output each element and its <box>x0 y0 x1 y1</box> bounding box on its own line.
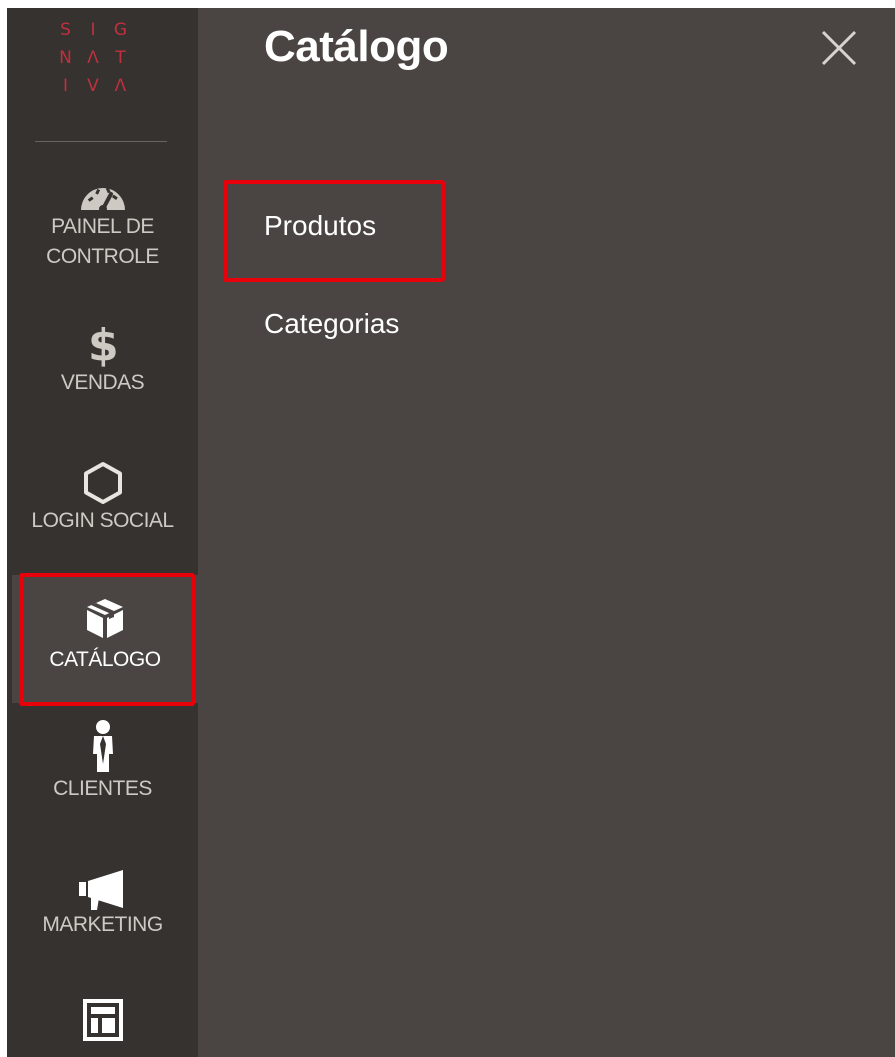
logo-letter: V <box>87 76 99 96</box>
logo-letter: T <box>115 48 126 68</box>
hexagon-icon <box>83 462 122 504</box>
logo-letter: Λ <box>114 76 127 96</box>
layout-icon <box>82 999 123 1041</box>
sidebar-item-label: VENDAS <box>60 371 145 394</box>
logo-row: S I G <box>52 16 134 44</box>
sidebar-item-label: MARKETING <box>42 913 163 936</box>
catalog-highlight-box <box>19 573 195 706</box>
sidebar-item-content[interactable] <box>7 998 198 1057</box>
logo-divider <box>35 141 167 142</box>
person-icon <box>92 720 113 772</box>
close-icon[interactable] <box>817 26 861 70</box>
logo-letter: S <box>60 20 71 40</box>
sidebar-item-dashboard[interactable]: PAINEL DE CONTROLE <box>7 176 198 286</box>
logo-letter: I <box>90 20 96 40</box>
sidebar-item-sales[interactable]: $ VENDAS <box>7 318 198 408</box>
menu-link-categories[interactable]: Categorias <box>264 308 399 340</box>
sidebar-item-label: CLIENTES <box>53 777 152 800</box>
sidebar-item-label: LOGIN SOCIAL <box>31 509 174 532</box>
sidebar-item-social-login[interactable]: LOGIN SOCIAL <box>7 460 198 550</box>
panel-title: Catálogo <box>264 22 449 71</box>
logo-row: N Λ T <box>52 44 134 72</box>
dashboard-gauge-icon <box>80 187 125 212</box>
logo-row: I V Λ <box>52 72 134 100</box>
sidebar-item-customers[interactable]: CLIENTES <box>7 718 198 813</box>
admin-app: S I G N Λ T I V Λ PAINEL DE CONTROLE $ V… <box>7 8 895 1057</box>
sidebar-item-label: CONTROLE <box>46 245 159 268</box>
logo-letter: G <box>113 20 128 40</box>
megaphone-icon <box>78 870 123 910</box>
products-highlight-box <box>223 180 445 282</box>
logo-letter: N <box>59 48 72 68</box>
sidebar-item-marketing[interactable]: MARKETING <box>7 868 198 958</box>
svg-text:$: $ <box>87 320 117 368</box>
sidebar: S I G N Λ T I V Λ PAINEL DE CONTROLE $ V… <box>7 8 198 1057</box>
logo[interactable]: S I G N Λ T I V Λ <box>52 16 152 100</box>
logo-letter: Λ <box>87 48 99 68</box>
sidebar-item-label: PAINEL DE <box>51 215 154 238</box>
dollar-icon: $ <box>87 320 118 368</box>
logo-letter: I <box>62 76 68 96</box>
